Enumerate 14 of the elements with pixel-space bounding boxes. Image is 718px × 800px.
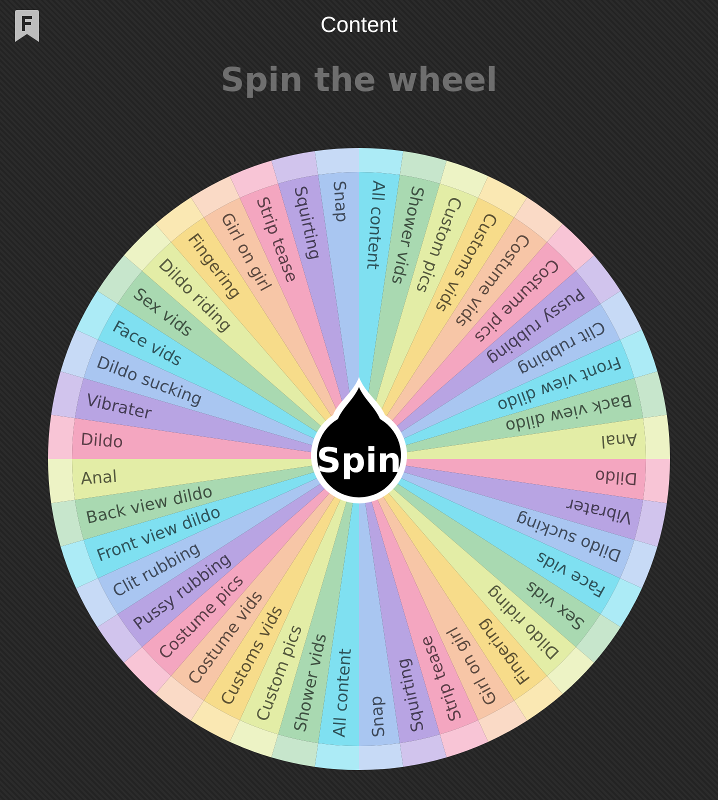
segment-label: Squirting — [393, 656, 428, 734]
spin-button[interactable]: Spin — [311, 377, 407, 504]
bookmark-icon[interactable] — [14, 9, 40, 43]
segment-label: Anal — [600, 430, 638, 452]
segment-label: All content — [363, 180, 388, 270]
segment-label: All content — [330, 648, 355, 738]
segment-label: Snap — [330, 180, 352, 223]
segment-label: Snap — [366, 695, 388, 738]
wheel-heading: Spin the wheel — [220, 60, 498, 99]
segment-label: Anal — [80, 466, 118, 488]
page-title: Content — [320, 12, 398, 38]
segment-label: Dildo — [80, 430, 124, 452]
segment-label: Dildo — [594, 466, 638, 488]
segment-label: Squirting — [290, 184, 325, 262]
